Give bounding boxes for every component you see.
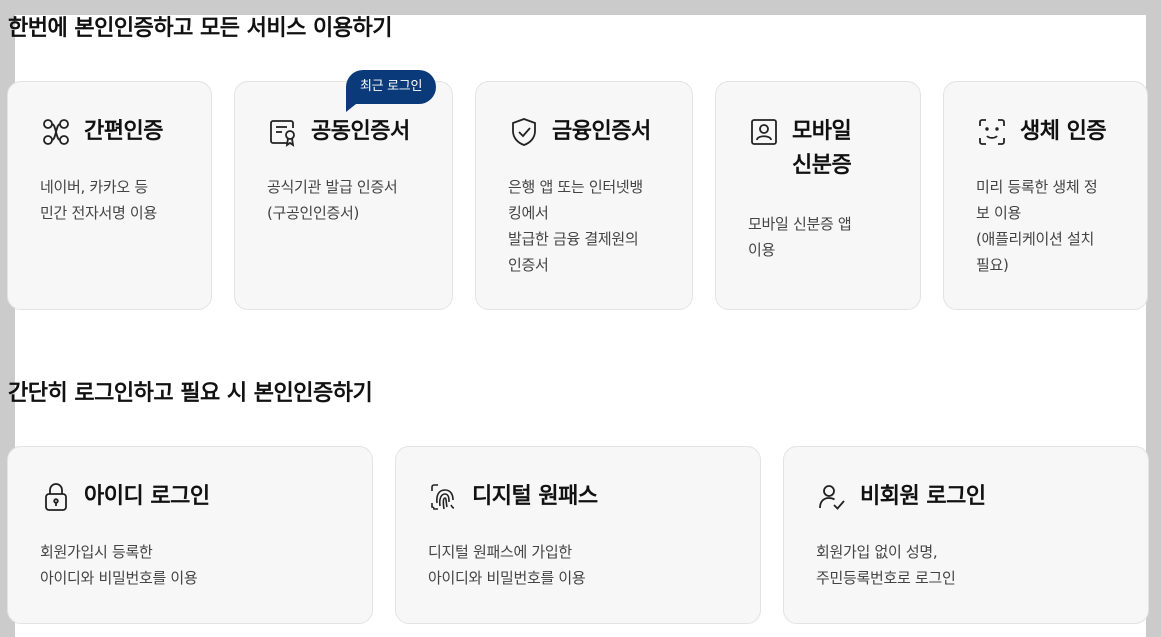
link-nodes-icon xyxy=(40,116,72,148)
face-scan-icon xyxy=(976,116,1008,148)
lock-icon xyxy=(40,481,72,513)
card-title: 비회원 로그인 xyxy=(860,484,986,509)
card-description: 공식기관 발급 인증서 (구공인인증서) xyxy=(267,178,398,222)
card-title: 디지털 원패스 xyxy=(472,484,598,509)
card-description: 미리 등록한 생체 정 보 이용 (애플리케이션 설치 필요) xyxy=(976,178,1098,274)
card-description: 디지털 원패스에 가입한 아이디와 비밀번호를 이용 xyxy=(428,543,586,587)
card-mobile-id[interactable]: 모바일 신분증 모바일 신분증 앱 이용 xyxy=(715,81,921,310)
user-check-icon xyxy=(816,481,848,513)
card-title: 아이디 로그인 xyxy=(84,484,210,509)
card-description: 모바일 신분증 앱 이용 xyxy=(748,215,852,259)
card-joint-certificate[interactable]: 공동인증서 공식기관 발급 인증서 (구공인인증서) xyxy=(234,81,453,310)
fingerprint-icon xyxy=(428,481,460,513)
id-card-icon xyxy=(748,116,780,148)
card-id-login[interactable]: 아이디 로그인 회원가입시 등록한 아이디와 비밀번호를 이용 xyxy=(7,446,373,624)
card-title: 공동인증서 xyxy=(311,119,410,144)
card-guest-login[interactable]: 비회원 로그인 회원가입 없이 성명, 주민등록번호로 로그인 xyxy=(783,446,1149,624)
card-description: 회원가입 없이 성명, 주민등록번호로 로그인 xyxy=(816,543,956,587)
card-title-line-2: 신분증 xyxy=(792,153,852,178)
card-simple-auth[interactable]: 간편인증 네이버, 카카오 등 민간 전자서명 이용 xyxy=(7,81,212,310)
recent-login-badge: 최근 로그인 xyxy=(346,70,437,112)
card-description: 네이버, 카카오 등 민간 전자서명 이용 xyxy=(40,178,157,222)
section-title-login: 간단히 로그인하고 필요 시 본인인증하기 xyxy=(8,381,373,406)
card-biometric-auth[interactable]: 생체 인증 미리 등록한 생체 정 보 이용 (애플리케이션 설치 필요) xyxy=(943,81,1148,310)
card-description: 은행 앱 또는 인터넷뱅 킹에서 발급한 금융 결제원의 인증서 xyxy=(508,178,643,274)
card-description: 회원가입시 등록한 아이디와 비밀번호를 이용 xyxy=(40,543,198,587)
section-title-certification: 한번에 본인인증하고 모든 서비스 이용하기 xyxy=(8,16,392,41)
card-title: 간편인증 xyxy=(84,119,163,144)
certificate-icon xyxy=(267,116,299,148)
card-title: 생체 인증 xyxy=(1020,119,1107,144)
card-title: 금융인증서 xyxy=(552,119,651,144)
card-title: 모바일 xyxy=(792,119,852,144)
card-financial-certificate[interactable]: 금융인증서 은행 앱 또는 인터넷뱅 킹에서 발급한 금융 결제원의 인증서 xyxy=(475,81,693,310)
shield-check-icon xyxy=(508,116,540,148)
card-digital-onepass[interactable]: 디지털 원패스 디지털 원패스에 가입한 아이디와 비밀번호를 이용 xyxy=(395,446,761,624)
